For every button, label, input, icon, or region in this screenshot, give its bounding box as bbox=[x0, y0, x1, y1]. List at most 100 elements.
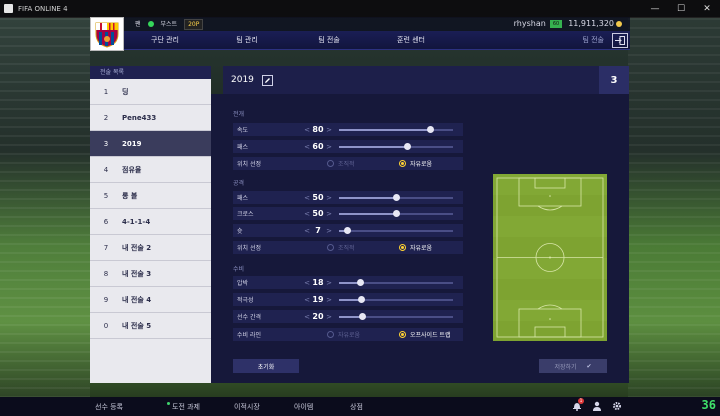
tactic-list-item[interactable]: 4 점유율 bbox=[90, 157, 211, 183]
pencil-icon bbox=[264, 77, 270, 83]
coin-balance: 11,911,320 bbox=[568, 19, 614, 28]
radio-option-organized[interactable]: 조직적 bbox=[327, 243, 391, 252]
radio-button-selected[interactable] bbox=[399, 244, 406, 251]
profile-icon[interactable] bbox=[590, 399, 604, 413]
bottom-item-shop[interactable]: 상점 bbox=[350, 402, 363, 412]
radio-button[interactable] bbox=[327, 244, 334, 251]
slider-build-passing: 패스 < 60 > bbox=[233, 140, 463, 153]
tactic-list-item[interactable]: 7내 전술 2 bbox=[90, 235, 211, 261]
bottom-item-items[interactable]: 아이템 bbox=[294, 402, 313, 412]
bottom-item-player-registration[interactable]: 선수 등록 bbox=[95, 402, 123, 412]
tactic-list-item[interactable]: 0내 전술 5 bbox=[90, 313, 211, 339]
slider-track[interactable] bbox=[339, 142, 453, 150]
radio-attack-positioning: 위치 선정 조직적 자유로움 bbox=[233, 241, 463, 254]
radio-button[interactable] bbox=[327, 331, 334, 338]
decrease-arrow[interactable]: < bbox=[303, 126, 311, 134]
nav-club-management[interactable]: 구단 관리 bbox=[124, 35, 206, 45]
bottom-item-transfer-market[interactable]: 이적시장 bbox=[234, 402, 260, 412]
boost-tag: 부스트 bbox=[160, 20, 178, 28]
nav-training-center[interactable]: 훈련 센터 bbox=[370, 35, 452, 45]
window-controls: — ☐ ✕ bbox=[642, 0, 720, 18]
current-page-label: 팀 전술 bbox=[582, 36, 604, 44]
reset-button[interactable]: 초기화 bbox=[233, 359, 299, 373]
increase-arrow[interactable]: > bbox=[325, 279, 333, 287]
club-crest-icon bbox=[95, 22, 119, 48]
section-title-attack: 공격 bbox=[233, 180, 245, 187]
fan-tag: 팬 bbox=[135, 20, 141, 28]
section-title-defense: 수비 bbox=[233, 266, 245, 273]
slider-track[interactable] bbox=[339, 125, 453, 133]
slider-knob[interactable] bbox=[427, 125, 435, 133]
edit-name-button[interactable] bbox=[261, 74, 273, 86]
slider-track[interactable] bbox=[339, 312, 453, 320]
tactic-list-header: 전술 목록 bbox=[90, 66, 211, 79]
slider-knob[interactable] bbox=[393, 193, 400, 201]
maximize-button[interactable]: ☐ bbox=[668, 0, 694, 18]
tactic-list-item-selected[interactable]: 3 2019 bbox=[90, 131, 211, 157]
increase-arrow[interactable]: > bbox=[325, 194, 333, 202]
bottom-item-challenges[interactable]: 도전 과제 bbox=[172, 402, 200, 412]
window-title: FIFA ONLINE 4 bbox=[18, 4, 68, 13]
tactic-slot-number: 3 bbox=[599, 66, 629, 94]
radio-button[interactable] bbox=[327, 160, 334, 167]
minimize-button[interactable]: — bbox=[642, 0, 668, 18]
slider-track[interactable] bbox=[339, 278, 453, 286]
radio-option-free[interactable]: 자유로움 bbox=[399, 159, 432, 168]
decrease-arrow[interactable]: < bbox=[303, 143, 311, 151]
increase-arrow[interactable]: > bbox=[325, 313, 333, 321]
bottom-menu-bar: 선수 등록 도전 과제 이적시장 아이템 상점 1 36 bbox=[0, 397, 720, 416]
decrease-arrow[interactable]: < bbox=[303, 279, 311, 287]
football-pitch-diagram bbox=[493, 174, 607, 341]
nav-team-management[interactable]: 팀 관리 bbox=[206, 35, 288, 45]
radio-button-selected[interactable] bbox=[399, 160, 406, 167]
level-badge: 60 bbox=[549, 19, 563, 28]
exit-button[interactable] bbox=[612, 32, 628, 48]
save-button[interactable]: 저장하기 ✔ bbox=[539, 359, 607, 373]
bell-icon[interactable]: 1 bbox=[570, 398, 584, 413]
radio-option-free[interactable]: 자유로움 bbox=[327, 330, 391, 339]
gear-icon[interactable] bbox=[610, 399, 624, 413]
slider-knob[interactable] bbox=[357, 295, 365, 303]
tactic-list-item[interactable]: 8내 전술 3 bbox=[90, 261, 211, 287]
slider-attack-shooting: 슛 < 7 > bbox=[233, 224, 463, 237]
decrease-arrow[interactable]: < bbox=[303, 194, 311, 202]
tactic-list-item[interactable]: 2 Pene433 bbox=[90, 105, 211, 131]
stadium-background-left bbox=[0, 18, 90, 398]
slider-defense-pressure: 압박 < 18 > bbox=[233, 276, 463, 289]
slider-knob[interactable] bbox=[404, 142, 412, 150]
slider-track[interactable] bbox=[339, 226, 453, 234]
increase-arrow[interactable]: > bbox=[325, 143, 333, 151]
radio-option-free[interactable]: 자유로움 bbox=[399, 243, 432, 252]
slider-knob[interactable] bbox=[356, 278, 364, 286]
check-icon: ✔ bbox=[586, 362, 592, 370]
decrease-arrow[interactable]: < bbox=[303, 227, 311, 235]
slider-knob[interactable] bbox=[343, 226, 351, 234]
slider-track[interactable] bbox=[339, 209, 453, 217]
radio-button-selected[interactable] bbox=[399, 331, 406, 338]
increase-arrow[interactable]: > bbox=[325, 227, 333, 235]
decrease-arrow[interactable]: < bbox=[303, 313, 311, 321]
tactic-list-item[interactable]: 1딩 bbox=[90, 79, 211, 105]
club-crest-logo[interactable] bbox=[90, 17, 124, 51]
tactic-list-item[interactable]: 5롱 볼 bbox=[90, 183, 211, 209]
increase-arrow[interactable]: > bbox=[325, 210, 333, 218]
slider-track[interactable] bbox=[339, 295, 453, 303]
radio-option-offside-trap[interactable]: 오프사이드 트랩 bbox=[399, 330, 451, 339]
tactic-list-item[interactable]: 6 4-1-1-4 bbox=[90, 209, 211, 235]
nav-team-tactics[interactable]: 팀 전술 bbox=[288, 35, 370, 45]
bottom-icon-group: 1 bbox=[570, 398, 624, 413]
decrease-arrow[interactable]: < bbox=[303, 296, 311, 304]
slider-track[interactable] bbox=[339, 193, 453, 201]
increase-arrow[interactable]: > bbox=[325, 126, 333, 134]
radio-defense-line: 수비 라인 자유로움 오프사이드 트랩 bbox=[233, 328, 463, 341]
slider-knob[interactable] bbox=[358, 312, 366, 320]
increase-arrow[interactable]: > bbox=[325, 296, 333, 304]
close-button[interactable]: ✕ bbox=[694, 0, 720, 18]
slider-defense-width: 선수 간격 < 20 > bbox=[233, 310, 463, 323]
tactic-list-item[interactable]: 9내 전술 4 bbox=[90, 287, 211, 313]
slider-attack-passing: 패스 < 50 > bbox=[233, 191, 463, 204]
slider-knob[interactable] bbox=[393, 209, 400, 217]
slider-build-speed: 속도 < 80 > bbox=[233, 123, 463, 136]
decrease-arrow[interactable]: < bbox=[303, 210, 311, 218]
radio-option-organized[interactable]: 조직적 bbox=[327, 159, 391, 168]
